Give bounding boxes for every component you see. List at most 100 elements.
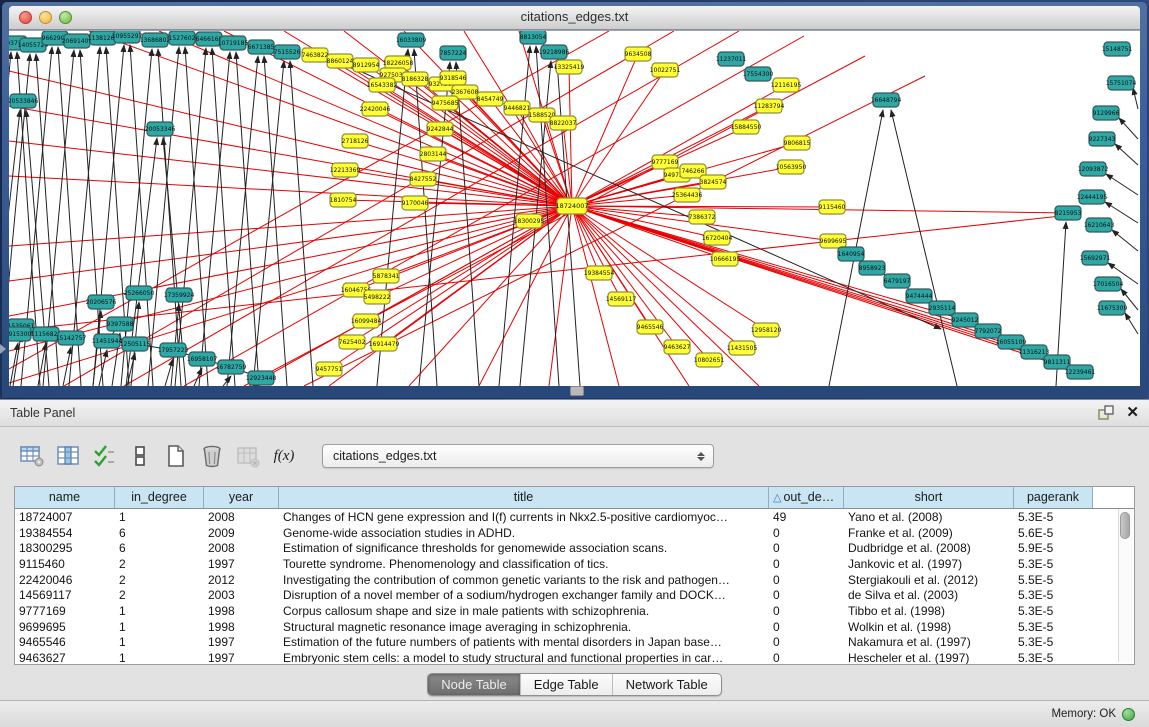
new-document-icon[interactable] bbox=[164, 444, 188, 468]
graph-node[interactable]: 11675309 bbox=[1097, 301, 1128, 315]
column-header-short[interactable]: short bbox=[844, 487, 1014, 508]
graph-node[interactable]: 16720404 bbox=[702, 231, 733, 245]
column-header-pagerank[interactable]: pagerank bbox=[1014, 487, 1093, 508]
graph-node[interactable]: 8813054 bbox=[520, 31, 547, 44]
scrollbar-thumb[interactable] bbox=[1120, 512, 1130, 539]
column-header-year[interactable]: year bbox=[204, 487, 279, 508]
graph-node[interactable]: 10563950 bbox=[776, 160, 807, 174]
graph-node[interactable]: 2718126 bbox=[342, 134, 369, 148]
function-icon[interactable]: f(x) bbox=[272, 444, 296, 468]
graph-node[interactable]: 2935114 bbox=[929, 301, 956, 315]
graph-node[interactable]: 17554300 bbox=[743, 67, 774, 81]
graph-node[interactable]: 9465546 bbox=[637, 320, 664, 334]
delete-icon[interactable] bbox=[200, 444, 224, 468]
graph-node[interactable]: 7386372 bbox=[689, 210, 716, 224]
graph-node[interactable]: 15692971 bbox=[1080, 251, 1111, 265]
graph-node[interactable]: 12213369 bbox=[330, 163, 361, 177]
graph-node[interactable]: 18300295 bbox=[514, 214, 545, 228]
graph-node[interactable]: 15142757 bbox=[56, 331, 87, 345]
graph-node[interactable]: 1810754 bbox=[330, 193, 357, 207]
window-titlebar[interactable]: citations_edges.txt bbox=[9, 6, 1140, 30]
graph-node[interactable]: 9475685 bbox=[432, 96, 459, 110]
graph-node[interactable]: 10719185 bbox=[218, 36, 249, 50]
graph-node[interactable]: 8958923 bbox=[859, 261, 886, 275]
graph-node[interactable]: 3824574 bbox=[700, 175, 727, 189]
table-row[interactable]: 977716911998Corpus callosum shape and si… bbox=[15, 603, 1134, 619]
network-graph-canvas[interactable]: 1872400710937170140557249662902206914061… bbox=[9, 30, 1140, 386]
graph-node[interactable]: 16033809 bbox=[396, 33, 427, 47]
select-checks-icon[interactable] bbox=[92, 444, 116, 468]
memory-status-indicator[interactable] bbox=[1122, 708, 1135, 721]
table-row[interactable]: 1456911722003Disruption of a novel membe… bbox=[15, 587, 1134, 603]
graph-node[interactable]: 16648794 bbox=[871, 93, 902, 107]
graph-node[interactable]: 5878341 bbox=[373, 269, 400, 283]
float-panel-icon[interactable] bbox=[1098, 405, 1114, 421]
graph-node[interactable]: 8186328 bbox=[402, 72, 429, 86]
graph-node[interactable]: 10022751 bbox=[650, 63, 681, 77]
graph-node[interactable]: 16914479 bbox=[369, 337, 400, 351]
graph-node[interactable]: 12116195 bbox=[771, 78, 802, 92]
graph-node[interactable]: 20053346 bbox=[145, 122, 176, 136]
tab-network-table[interactable]: Network Table bbox=[613, 674, 721, 695]
divider-collapse-arrow[interactable] bbox=[0, 344, 6, 354]
graph-node[interactable]: 9811311 bbox=[1044, 355, 1071, 369]
graph-node[interactable]: 11283794 bbox=[754, 99, 785, 113]
graph-node[interactable]: 9457751 bbox=[316, 362, 343, 376]
table-row[interactable]: 1938455462009Genome-wide association stu… bbox=[15, 525, 1134, 541]
table-row[interactable]: 946554611997Estimation of the future num… bbox=[15, 635, 1134, 651]
graph-node[interactable]: 10955297 bbox=[112, 31, 143, 43]
graph-node[interactable]: 12923448 bbox=[246, 371, 277, 385]
table-select-dropdown[interactable]: citations_edges.txt bbox=[322, 444, 714, 468]
graph-node[interactable]: 1527602 bbox=[169, 31, 196, 45]
graph-node[interactable]: 16782759 bbox=[216, 360, 247, 374]
tab-edge-table[interactable]: Edge Table bbox=[521, 674, 613, 695]
graph-node[interactable]: 9446821 bbox=[504, 101, 531, 115]
graph-node[interactable]: 9170046 bbox=[402, 196, 429, 210]
graph-node[interactable]: 16958107 bbox=[187, 352, 218, 366]
graph-node[interactable]: 7792072 bbox=[975, 324, 1002, 338]
graph-node[interactable]: 9806815 bbox=[784, 136, 811, 150]
graph-node[interactable]: 8822037 bbox=[550, 116, 577, 130]
graph-node[interactable]: 9318546 bbox=[440, 71, 467, 85]
column-header-title[interactable]: title bbox=[279, 487, 769, 508]
graph-node[interactable]: 8860124 bbox=[327, 54, 354, 68]
graph-node[interactable]: 20533846 bbox=[9, 94, 38, 108]
graph-node[interactable]: 19384554 bbox=[584, 266, 615, 280]
graph-node[interactable]: 15884550 bbox=[731, 120, 762, 134]
graph-node[interactable]: 16099484 bbox=[351, 314, 382, 328]
split-divider-handle[interactable] bbox=[570, 386, 584, 396]
import-table-icon[interactable] bbox=[236, 444, 260, 468]
graph-node[interactable]: 7857224 bbox=[440, 46, 467, 60]
graph-node[interactable]: 19218986 bbox=[539, 45, 570, 59]
graph-node[interactable]: 9777169 bbox=[652, 155, 679, 169]
graph-node[interactable]: 7625402 bbox=[339, 335, 366, 349]
graph-node[interactable]: 10802651 bbox=[694, 353, 725, 367]
graph-node[interactable]: 2803144 bbox=[420, 147, 447, 161]
table-row[interactable]: 946362711997Embryonic stem cells: a mode… bbox=[15, 650, 1134, 665]
column-edit-icon[interactable] bbox=[56, 444, 80, 468]
graph-node[interactable]: 17359924 bbox=[164, 288, 195, 302]
rows-icon[interactable] bbox=[128, 444, 152, 468]
graph-node[interactable]: 16543382 bbox=[367, 78, 398, 92]
graph-node[interactable]: 9245012 bbox=[952, 313, 979, 327]
table-row[interactable]: 911546021997Tourette syndrome. Phenomeno… bbox=[15, 556, 1134, 572]
graph-node[interactable]: 1640954 bbox=[838, 247, 865, 261]
graph-node[interactable]: 9634508 bbox=[625, 47, 652, 61]
graph-node[interactable]: 9227343 bbox=[1089, 132, 1116, 146]
graph-node[interactable]: 16210643 bbox=[1084, 218, 1115, 232]
close-panel-icon[interactable]: ✕ bbox=[1126, 406, 1139, 420]
graph-node[interactable]: 3915300 bbox=[9, 327, 32, 341]
graph-node[interactable]: 22420046 bbox=[360, 102, 391, 116]
graph-node[interactable]: 9242844 bbox=[427, 122, 454, 136]
graph-node[interactable]: 25364436 bbox=[672, 188, 703, 202]
graph-node[interactable]: 17957223 bbox=[158, 343, 189, 357]
graph-node[interactable]: 17016504 bbox=[1093, 277, 1124, 291]
column-header-name[interactable]: name bbox=[15, 487, 115, 508]
graph-node[interactable]: 12239461 bbox=[1065, 365, 1096, 379]
table-settings-icon[interactable] bbox=[20, 444, 44, 468]
graph-node[interactable]: 11237011 bbox=[716, 52, 747, 66]
graph-node[interactable]: 9115460 bbox=[819, 200, 846, 214]
graph-node[interactable]: 8427552 bbox=[410, 172, 437, 186]
graph-node[interactable]: 8912954 bbox=[353, 58, 380, 72]
graph-node[interactable]: 13686802 bbox=[140, 33, 171, 47]
